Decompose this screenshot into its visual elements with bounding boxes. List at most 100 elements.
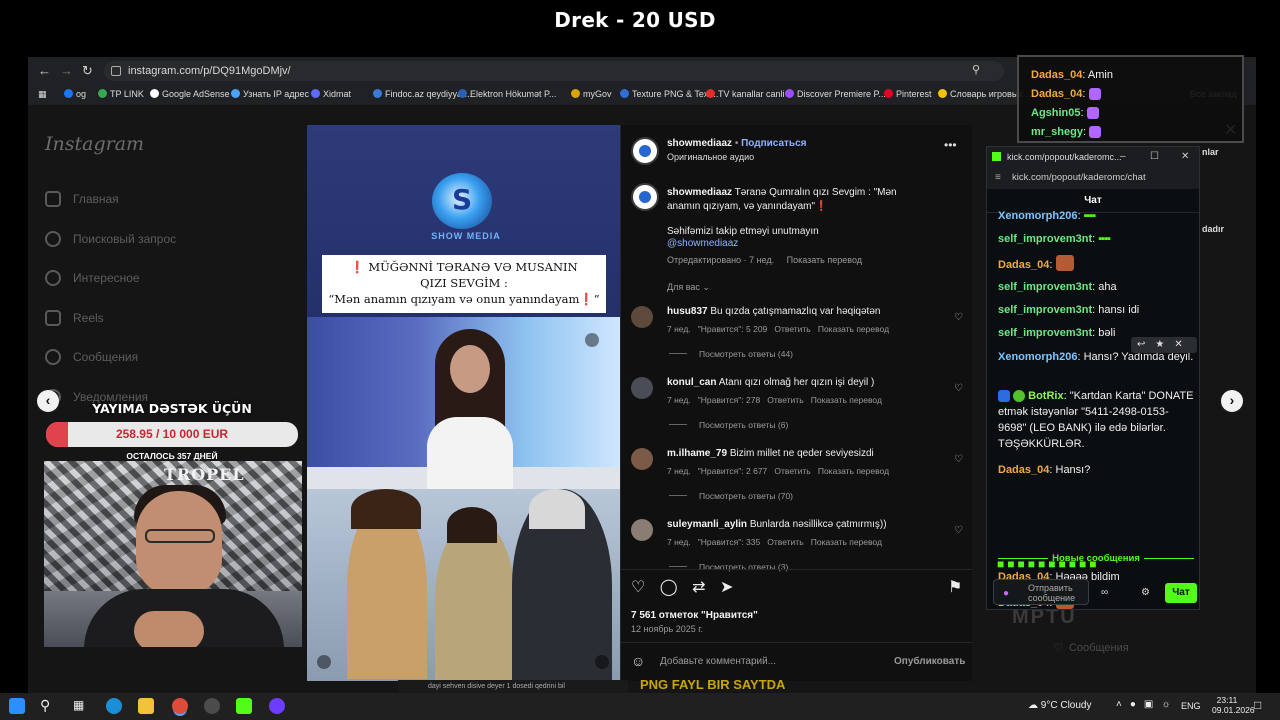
zoom-icon[interactable]: ⚲ [972,63,980,76]
bookmark-item[interactable]: Discover Premiere P... [785,89,886,99]
language-indicator[interactable]: ENG [1181,701,1201,711]
maximize-icon[interactable]: ☐ [1150,147,1159,167]
reply-button[interactable]: Ответить [774,466,810,476]
view-replies-button[interactable]: Посмотреть ответы (3) [669,562,788,572]
chat-username[interactable]: self_improvem3nt [998,233,1092,245]
comment-icon[interactable]: ◯ [660,579,678,596]
nav-explore[interactable]: Интересное [45,270,140,286]
chat-message[interactable]: self_improvem3nt: aha [998,279,1194,295]
comment-like-icon[interactable]: ♡ [954,383,963,394]
follow-button[interactable]: Подписаться [741,138,806,149]
chat-username[interactable]: self_improvem3nt [998,304,1092,316]
nav-home[interactable]: Главная [45,191,119,207]
reply-button[interactable]: Ответить [767,537,803,547]
like-icon[interactable]: ♡ [631,579,645,596]
publish-button[interactable]: Опубликовать [894,656,965,667]
repost-icon[interactable]: ⇄ [692,579,705,596]
sort-dropdown[interactable]: Для вас ⌄ [667,282,710,293]
messages-floating[interactable]: ♡ Сообщения [1053,641,1129,654]
nav-search[interactable]: Поисковый запрос [45,231,176,247]
view-replies-button[interactable]: Посмотреть ответы (6) [669,420,788,430]
obs-icon[interactable] [204,698,220,714]
task-view-icon[interactable]: ▦ [73,698,84,712]
media-player-icon[interactable] [269,698,285,714]
view-replies-button[interactable]: Посмотреть ответы (44) [669,349,793,359]
commenter-avatar[interactable] [631,519,653,541]
comment-like-icon[interactable]: ♡ [954,312,963,323]
commenter-avatar[interactable] [631,306,653,328]
bookmark-item[interactable]: Google AdSense [150,89,230,99]
chat-send-button[interactable]: Чат [1165,583,1197,603]
chat-message[interactable]: BotRix: "Kartdan Karta" DONATE etmək ist… [998,388,1194,452]
apps-icon[interactable]: ▦ [38,89,46,100]
tray-icons[interactable]: ˄●▣☼ [1116,699,1179,710]
message-hover-tools[interactable]: ↩★✕ [1131,337,1197,353]
caption-avatar[interactable] [631,183,659,211]
commenter-name[interactable]: m.ilhame_79 [667,448,727,459]
nav-reels[interactable]: Reels [45,310,104,326]
share-icon[interactable]: ➤ [720,579,733,596]
author-avatar[interactable] [631,137,659,165]
commenter-avatar[interactable] [631,448,653,470]
kick-icon[interactable] [236,698,252,714]
emoji-icon[interactable]: ☺ [631,653,645,669]
mute-icon[interactable] [595,655,609,669]
bookmark-item[interactable]: TV kanallar canli [706,89,785,99]
close-icon[interactable]: ✕ [1181,147,1189,167]
bookmark-item[interactable]: Elektron Hökumət P... [458,89,556,99]
translate-link[interactable]: Показать перевод [811,395,882,405]
points-icon[interactable]: ∞ [1101,587,1108,598]
commenter-name[interactable]: konul_can [667,377,716,388]
chrome-icon[interactable] [172,698,188,714]
post-image[interactable]: S SHOW MEDIA ❗ MÜĞƏNNİ TƏRANƏ VƏ MUSANIN… [307,125,620,681]
search-icon[interactable]: ⚲ [40,697,50,714]
comment-like-icon[interactable]: ♡ [954,454,963,465]
chat-message[interactable]: self_improvem3nt: ▪▪▪▪ [998,231,1194,247]
likes-count[interactable]: 7 561 отметок "Нравится" [631,610,758,621]
nav-messages[interactable]: Сообщения [45,349,138,365]
settings-gear-icon[interactable]: ⚙ [1141,587,1150,598]
comment-likes[interactable]: "Нравится": 335 [698,537,760,547]
chat-message[interactable]: Dadas_04: Hansı? [998,462,1194,478]
commenter-avatar[interactable] [631,377,653,399]
bookmark-item[interactable]: Pinterest [884,89,932,99]
bookmark-item[interactable]: Xidmat [311,89,351,99]
audio-label[interactable]: Оригинальное аудио [667,152,754,162]
bookmark-item[interactable]: Узнать IP адрес [231,89,309,99]
caption-user[interactable]: showmediaaz [667,187,732,198]
site-settings-icon[interactable]: ≡ [995,167,1001,189]
bookmark-item[interactable]: og [64,89,86,99]
emote-bar[interactable]: ■■■■■■■■■■ [997,557,1099,571]
windows-start-icon[interactable] [9,698,25,714]
sound-icon[interactable] [585,333,599,347]
user-tag-icon[interactable] [317,655,331,669]
comment-like-icon[interactable]: ♡ [954,525,963,536]
forward-icon[interactable]: → [60,63,73,78]
commenter-name[interactable]: husu837 [667,306,708,317]
chat-username[interactable]: Dadas_04 [998,259,1049,271]
edge-icon[interactable] [106,698,122,714]
reload-icon[interactable]: ↻ [82,63,93,79]
comment-likes[interactable]: "Нравится": 278 [698,395,760,405]
bookmark-item[interactable]: myGov [571,89,612,99]
chat-message[interactable]: Xenomorph206: ▪▪▪▪ [998,208,1194,224]
reply-button[interactable]: Ответить [774,324,810,334]
save-icon[interactable]: ⚑ [948,577,962,597]
comment-likes[interactable]: "Нравится": 5 209 [698,324,768,334]
clock[interactable]: 23:11 09.01.2026 [1212,695,1255,715]
chat-username[interactable]: Xenomorph206 [998,210,1077,222]
view-replies-button[interactable]: Посмотреть ответы (70) [669,491,793,501]
translate-link[interactable]: Показать перевод [818,324,889,334]
site-info-icon[interactable] [111,66,121,76]
caption-translate-link[interactable]: Показать перевод [787,255,862,265]
chat-message[interactable]: Dadas_04: [998,255,1194,273]
notification-center-icon[interactable]: □ [1254,698,1261,712]
chat-message[interactable]: self_improvem3nt: hansı idi [998,302,1194,318]
translate-link[interactable]: Показать перевод [818,466,889,476]
commenter-name[interactable]: suleymanli_aylin [667,519,747,530]
file-explorer-icon[interactable] [138,698,154,714]
author-name[interactable]: showmediaaz [667,138,732,149]
minimize-icon[interactable]: – [1120,147,1126,167]
next-post-button[interactable]: › [1221,390,1243,412]
mic-icon[interactable]: ● [1003,588,1009,599]
